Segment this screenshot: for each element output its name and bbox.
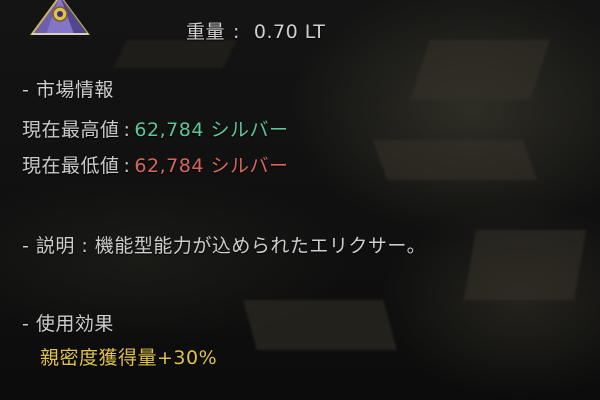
weight-value: 0.70 LT (253, 21, 326, 43)
highest-price-value: 62,784 シルバー (134, 119, 289, 141)
lowest-price-value: 62,784 シルバー (134, 155, 289, 177)
lowest-price-label: 現在最低値 (22, 155, 120, 177)
elixir-pyramid-icon (28, 0, 92, 42)
use-effects-header: - 使用効果 (22, 313, 114, 335)
item-tooltip: 重量:0.70 LT - 市場情報 現在最高値:62,784 シルバー 現在最低… (0, 0, 600, 400)
item-weight: 重量:0.70 LT (186, 20, 325, 44)
market-info-header: - 市場情報 (22, 79, 114, 101)
highest-price-label: 現在最高値 (22, 119, 120, 141)
weight-colon: : (233, 21, 240, 43)
lowest-price-colon: : (123, 155, 131, 177)
market-highest-price: 現在最高値:62,784 シルバー (22, 118, 288, 142)
weight-label: 重量 (186, 21, 226, 43)
market-lowest-price: 現在最低値:62,784 シルバー (22, 154, 288, 178)
highest-price-colon: : (123, 119, 131, 141)
item-description: - 説明 : 機能型能力が込められたエリクサー。 (22, 235, 427, 257)
use-effect-item: 親密度獲得量+30% (40, 347, 218, 369)
